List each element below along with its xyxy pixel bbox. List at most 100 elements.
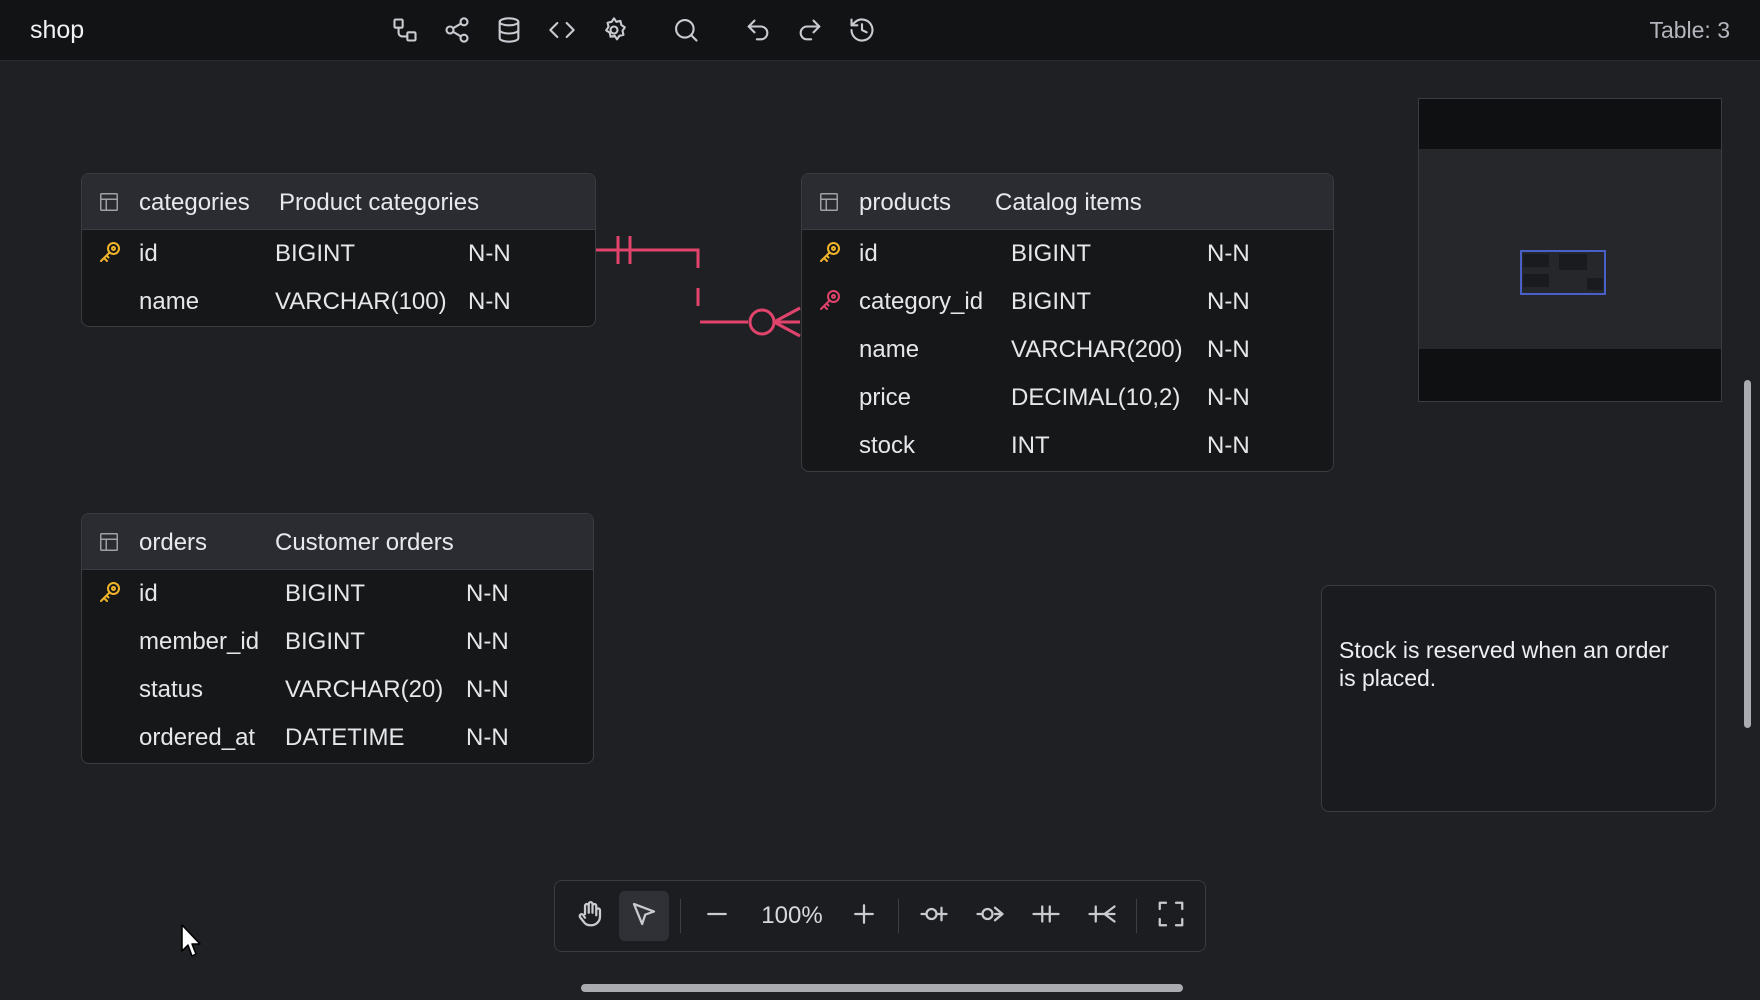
memo-note[interactable]: Stock is reserved when an order is place… bbox=[1321, 585, 1716, 812]
column-row[interactable]: category_id BIGINT N-N bbox=[802, 278, 1333, 326]
column-type: VARCHAR(200) bbox=[1011, 336, 1183, 363]
column-row[interactable]: ordered_at DATETIME N-N bbox=[82, 714, 593, 762]
column-row[interactable]: id BIGINT N-N bbox=[82, 230, 595, 278]
zero-one-relation-button[interactable] bbox=[909, 891, 959, 941]
column-name: id bbox=[859, 240, 878, 267]
column-nullable: N-N bbox=[468, 288, 511, 315]
table-categories[interactable]: categories Product categories id BIGINT … bbox=[81, 173, 596, 327]
zoom-in-icon bbox=[849, 899, 879, 934]
table-comment: Customer orders bbox=[275, 529, 454, 556]
column-name: id bbox=[139, 580, 158, 607]
column-nullable: N-N bbox=[1207, 288, 1250, 315]
table-name: categories bbox=[139, 189, 250, 216]
foreign-key-icon bbox=[818, 288, 842, 312]
code-icon[interactable] bbox=[545, 13, 579, 47]
one-many-icon bbox=[1087, 899, 1117, 934]
column-row[interactable]: stock INT N-N bbox=[802, 422, 1333, 470]
pointer-tool-button[interactable] bbox=[619, 891, 669, 941]
column-type: BIGINT bbox=[285, 628, 366, 655]
history-icon[interactable] bbox=[845, 13, 879, 47]
primary-key-icon bbox=[818, 240, 842, 264]
zoom-out-button[interactable] bbox=[692, 891, 742, 941]
column-row[interactable]: id BIGINT N-N bbox=[82, 570, 593, 618]
table-products[interactable]: products Catalog items id BIGINT N-N cat… bbox=[801, 173, 1334, 472]
zero-many-icon bbox=[975, 899, 1005, 934]
toolbar-divider bbox=[898, 899, 899, 933]
column-type: BIGINT bbox=[275, 240, 356, 267]
column-type: BIGINT bbox=[1011, 240, 1092, 267]
toolbar-divider bbox=[680, 899, 681, 933]
vertical-scrollbar[interactable] bbox=[1744, 380, 1751, 728]
table-header[interactable]: orders Customer orders bbox=[82, 514, 593, 570]
column-name: member_id bbox=[139, 628, 260, 655]
column-name: ordered_at bbox=[139, 724, 256, 751]
column-type: BIGINT bbox=[285, 580, 366, 607]
database-icon[interactable] bbox=[492, 13, 526, 47]
search-icon[interactable] bbox=[669, 13, 703, 47]
primary-key-icon bbox=[98, 580, 122, 604]
redo-icon[interactable] bbox=[793, 13, 827, 47]
column-row[interactable]: id BIGINT N-N bbox=[802, 230, 1333, 278]
column-nullable: N-N bbox=[1207, 432, 1250, 459]
undo-icon[interactable] bbox=[741, 13, 775, 47]
column-type: VARCHAR(20) bbox=[285, 676, 444, 703]
column-nullable: N-N bbox=[466, 676, 509, 703]
column-row[interactable]: status VARCHAR(20) N-N bbox=[82, 666, 593, 714]
column-nullable: N-N bbox=[1207, 336, 1250, 363]
mouse-cursor-icon bbox=[181, 924, 201, 957]
fullscreen-icon bbox=[1156, 899, 1186, 934]
column-name: name bbox=[859, 336, 920, 363]
primary-key-icon bbox=[98, 240, 122, 264]
hand-tool-button[interactable] bbox=[565, 891, 615, 941]
column-nullable: N-N bbox=[1207, 384, 1250, 411]
column-type: DATETIME bbox=[285, 724, 405, 751]
toolbar-divider bbox=[1136, 899, 1137, 933]
column-row[interactable]: name VARCHAR(100) N-N bbox=[82, 278, 595, 326]
fullscreen-button[interactable] bbox=[1146, 891, 1196, 941]
settings-icon[interactable] bbox=[597, 13, 631, 47]
table-icon bbox=[818, 191, 840, 213]
share-icon[interactable] bbox=[440, 13, 474, 47]
column-name: id bbox=[139, 240, 158, 267]
pointer-icon bbox=[629, 899, 659, 934]
column-row[interactable]: price DECIMAL(10,2) N-N bbox=[802, 374, 1333, 422]
column-nullable: N-N bbox=[466, 580, 509, 607]
memo-text[interactable]: Stock is reserved when an order is place… bbox=[1339, 636, 1669, 692]
column-name: category_id bbox=[859, 288, 984, 315]
table-icon bbox=[98, 191, 120, 213]
relations-icon[interactable] bbox=[388, 13, 422, 47]
horizontal-scrollbar[interactable] bbox=[581, 984, 1183, 992]
column-name: name bbox=[139, 288, 200, 315]
column-type: DECIMAL(10,2) bbox=[1011, 384, 1181, 411]
table-count: Table: 3 bbox=[1649, 17, 1730, 43]
column-nullable: N-N bbox=[466, 724, 509, 751]
column-name: stock bbox=[859, 432, 916, 459]
column-type: VARCHAR(100) bbox=[275, 288, 447, 315]
zero-many-relation-button[interactable] bbox=[965, 891, 1015, 941]
column-nullable: N-N bbox=[466, 628, 509, 655]
hand-icon bbox=[575, 899, 605, 934]
column-type: INT bbox=[1011, 432, 1050, 459]
zoom-level[interactable]: 100% bbox=[752, 902, 832, 930]
zero-one-icon bbox=[919, 899, 949, 934]
minimap-canvas bbox=[1419, 149, 1721, 349]
column-name: status bbox=[139, 676, 204, 703]
table-comment: Catalog items bbox=[995, 189, 1142, 216]
zoom-in-button[interactable] bbox=[839, 891, 889, 941]
table-header[interactable]: products Catalog items bbox=[802, 174, 1333, 230]
one-many-relation-button[interactable] bbox=[1077, 891, 1127, 941]
column-nullable: N-N bbox=[1207, 240, 1250, 267]
column-row[interactable]: name VARCHAR(200) N-N bbox=[802, 326, 1333, 374]
top-bar: shop Table: 3 bbox=[0, 0, 1760, 61]
column-name: price bbox=[859, 384, 912, 411]
table-icon bbox=[98, 531, 120, 553]
table-header[interactable]: categories Product categories bbox=[82, 174, 595, 230]
table-orders[interactable]: orders Customer orders id BIGINT N-N mem… bbox=[81, 513, 594, 764]
table-name: orders bbox=[139, 529, 208, 556]
one-only-relation-button[interactable] bbox=[1021, 891, 1071, 941]
column-row[interactable]: member_id BIGINT N-N bbox=[82, 618, 593, 666]
minimap[interactable] bbox=[1418, 98, 1722, 402]
table-name: products bbox=[859, 189, 952, 216]
minimap-viewport[interactable] bbox=[1520, 250, 1606, 295]
zoom-out-icon bbox=[702, 899, 732, 934]
